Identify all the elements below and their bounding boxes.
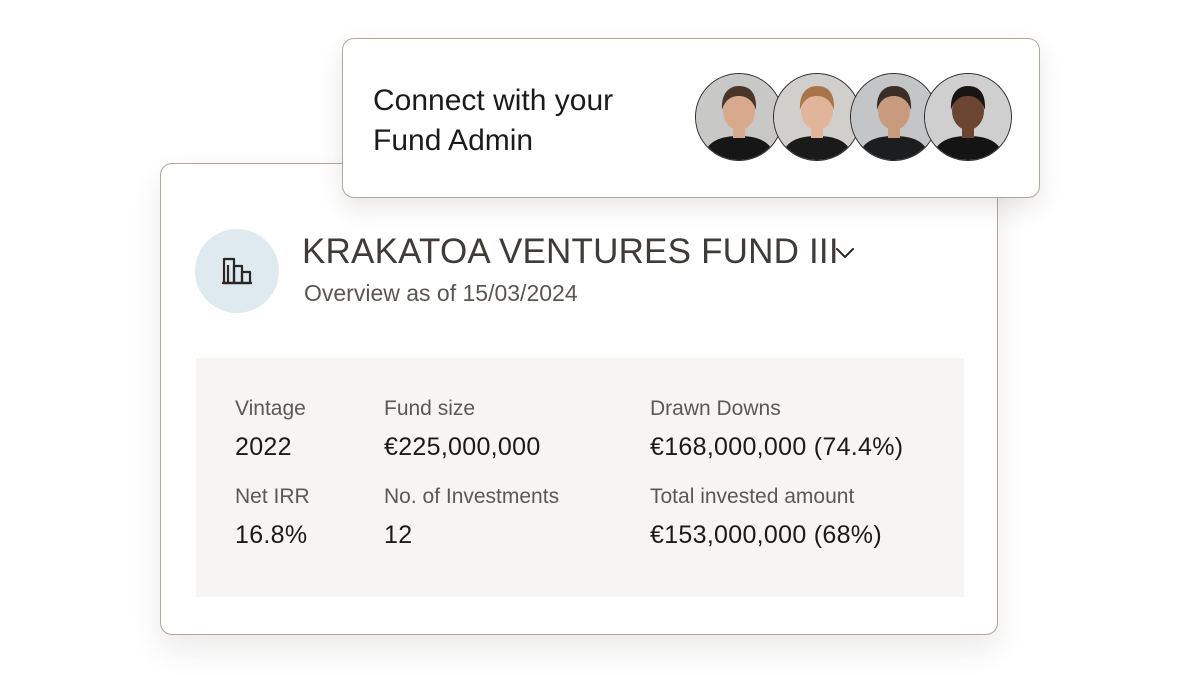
- stat-value: 2022: [235, 433, 292, 461]
- stat-net-irr: Net IRR 16.8%: [235, 484, 310, 550]
- connect-fund-admin-card[interactable]: Connect with your Fund Admin: [342, 38, 1040, 198]
- fund-subtitle: Overview as of 15/03/2024: [304, 280, 578, 306]
- stat-label: Net IRR: [235, 485, 310, 508]
- stat-value: 12: [384, 521, 413, 549]
- stat-total-invested: Total invested amount €153,000,000 (68%): [650, 484, 882, 550]
- stat-value: 16.8%: [235, 521, 308, 549]
- avatar-4: [924, 73, 1012, 161]
- stat-label: Fund size: [384, 397, 476, 420]
- stat-label: No. of Investments: [384, 485, 560, 508]
- stat-label: Vintage: [235, 397, 306, 420]
- stat-value: €225,000,000: [384, 433, 541, 461]
- stat-value: €168,000,000 (74.4%): [650, 433, 904, 461]
- fund-stats-panel: Vintage 2022 Fund size €225,000,000 Draw…: [196, 358, 964, 597]
- fund-title[interactable]: KRAKATOA VENTURES FUND III: [302, 232, 839, 272]
- stat-label: Drawn Downs: [650, 397, 781, 420]
- stat-drawn-downs: Drawn Downs €168,000,000 (74.4%): [650, 396, 903, 462]
- fund-overview-card: KRAKATOA VENTURES FUND III Overview as o…: [160, 163, 998, 635]
- stat-no-of-investments: No. of Investments 12: [384, 484, 559, 550]
- connect-title: Connect with your Fund Admin: [373, 84, 614, 157]
- stat-fund-size: Fund size €225,000,000: [384, 396, 541, 462]
- stage: KRAKATOA VENTURES FUND III Overview as o…: [0, 0, 1200, 675]
- building-chart-icon: [195, 229, 279, 313]
- avatar-1: [695, 73, 783, 161]
- stat-label: Total invested amount: [650, 485, 855, 508]
- stat-value: €153,000,000 (68%): [650, 521, 882, 549]
- stat-vintage: Vintage 2022: [235, 396, 306, 462]
- chevron-down-icon[interactable]: [833, 241, 857, 265]
- avatar-2: [773, 73, 861, 161]
